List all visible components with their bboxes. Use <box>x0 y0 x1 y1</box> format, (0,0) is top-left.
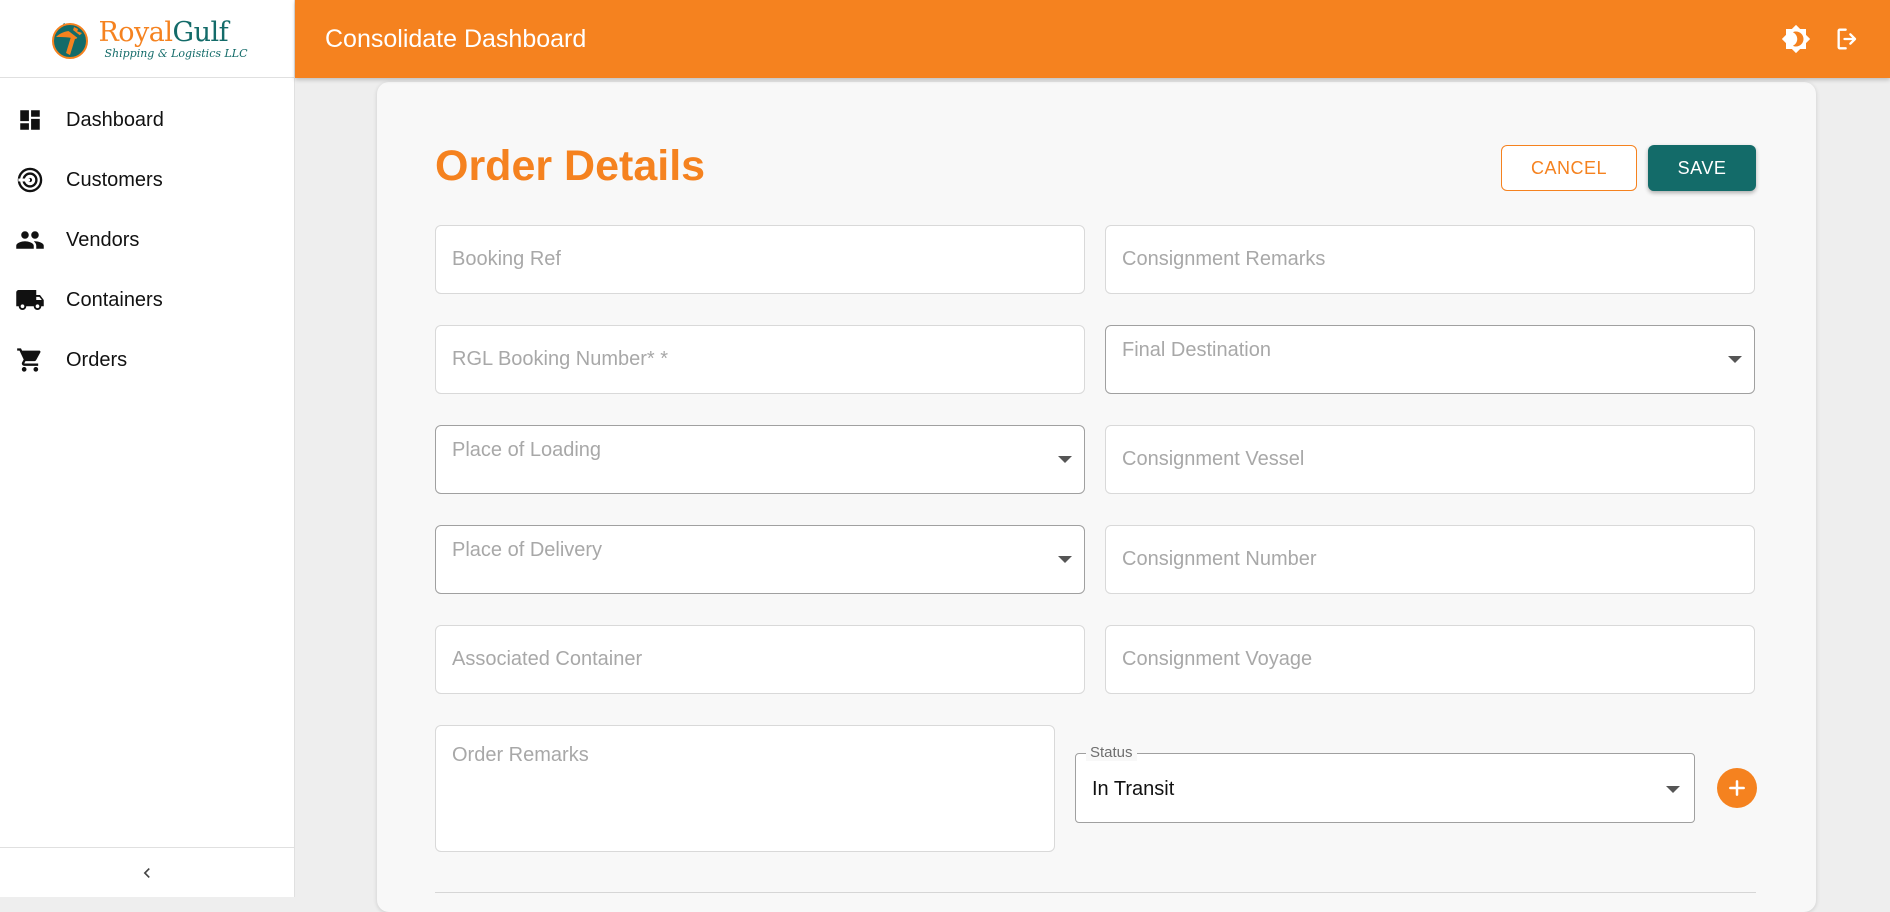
sidebar-item-label: Customers <box>66 168 163 191</box>
logout-button[interactable] <box>1832 23 1864 55</box>
place-of-loading-label: Place of Loading <box>452 439 602 461</box>
status-label: Status <box>1086 745 1137 761</box>
page-header-title: Consolidate Dashboard <box>325 24 587 53</box>
consignment-remarks-field <box>1105 225 1755 294</box>
rgl-booking-number-field <box>435 325 1085 394</box>
place-of-loading-select[interactable]: Place of Loading <box>435 425 1085 494</box>
brand-name: RoyalGulf <box>98 19 247 46</box>
brand-name-gulf: Gulf <box>172 16 229 48</box>
plus-icon <box>1729 780 1745 796</box>
sidebar-item-dashboard[interactable]: Dashboard <box>0 90 294 150</box>
cart-icon <box>14 344 46 376</box>
associated-container-input[interactable] <box>436 626 1084 693</box>
order-remarks-field <box>435 725 1055 852</box>
brand-name-royal: Royal <box>98 16 173 48</box>
chevron-down-icon <box>1728 356 1742 363</box>
app-header: Consolidate Dashboard <box>295 0 1890 78</box>
sidebar-item-label: Vendors <box>66 228 140 251</box>
booking-ref-field <box>435 225 1085 294</box>
cancel-button[interactable]: CANCEL <box>1501 145 1637 191</box>
add-status-button[interactable] <box>1717 768 1757 808</box>
place-of-delivery-label: Place of Delivery <box>452 539 603 561</box>
sidebar-item-label: Containers <box>66 288 163 311</box>
sidebar-item-label: Orders <box>66 348 128 371</box>
status-select[interactable]: Status In Transit <box>1075 745 1695 823</box>
status-value: In Transit <box>1092 778 1175 800</box>
logout-icon <box>1837 28 1857 50</box>
chevron-down-icon <box>1666 786 1680 793</box>
associated-container-field <box>435 625 1085 694</box>
section-divider <box>435 892 1756 893</box>
logo-globe-icon <box>52 22 89 59</box>
theme-toggle-button[interactable] <box>1780 23 1812 55</box>
save-button[interactable]: SAVE <box>1648 145 1756 191</box>
people-icon <box>14 224 46 256</box>
dashboard-icon <box>14 104 46 136</box>
consignment-voyage-input[interactable] <box>1106 626 1754 693</box>
sidebar-item-containers[interactable]: Containers <box>0 270 294 330</box>
brand-tagline: Shipping & Logistics LLC <box>104 46 248 60</box>
brand-logo[interactable]: RoyalGulf Shipping & Logistics LLC <box>0 0 294 78</box>
order-remarks-textarea[interactable] <box>436 726 1054 851</box>
consignment-vessel-field <box>1105 425 1755 494</box>
sidebar-nav: Dashboard Customers Vendors Containers O… <box>0 78 294 390</box>
chevron-down-icon <box>1058 556 1072 563</box>
sidebar-item-label: Dashboard <box>66 108 164 131</box>
consignment-remarks-input[interactable] <box>1106 226 1754 293</box>
page-title: Order Details <box>435 142 706 190</box>
final-destination-label: Final Destination <box>1122 339 1271 361</box>
truck-icon <box>14 284 46 316</box>
header-actions <box>1780 0 1864 78</box>
consignment-vessel-input[interactable] <box>1106 426 1754 493</box>
chevron-down-icon <box>1058 456 1072 463</box>
sidebar-item-customers[interactable]: Customers <box>0 150 294 210</box>
consignment-number-field <box>1105 525 1755 594</box>
booking-ref-input[interactable] <box>436 226 1084 293</box>
theme-toggle-icon <box>1781 24 1811 54</box>
consignment-voyage-field <box>1105 625 1755 694</box>
place-of-delivery-select[interactable]: Place of Delivery <box>435 525 1085 594</box>
sidebar: RoyalGulf Shipping & Logistics LLC Dashb… <box>0 0 295 897</box>
customers-icon <box>14 164 46 196</box>
brand-text: RoyalGulf Shipping & Logistics LLC <box>98 19 247 59</box>
order-details-card: Order Details CANCEL SAVE Final Destinat… <box>377 82 1816 912</box>
sidebar-item-vendors[interactable]: Vendors <box>0 210 294 270</box>
chevron-left-icon <box>143 867 150 878</box>
rgl-booking-number-input[interactable] <box>436 326 1084 393</box>
sidebar-collapse-button[interactable] <box>0 847 294 897</box>
consignment-number-input[interactable] <box>1106 526 1754 593</box>
sidebar-item-orders[interactable]: Orders <box>0 330 294 390</box>
final-destination-select[interactable]: Final Destination <box>1105 325 1755 394</box>
